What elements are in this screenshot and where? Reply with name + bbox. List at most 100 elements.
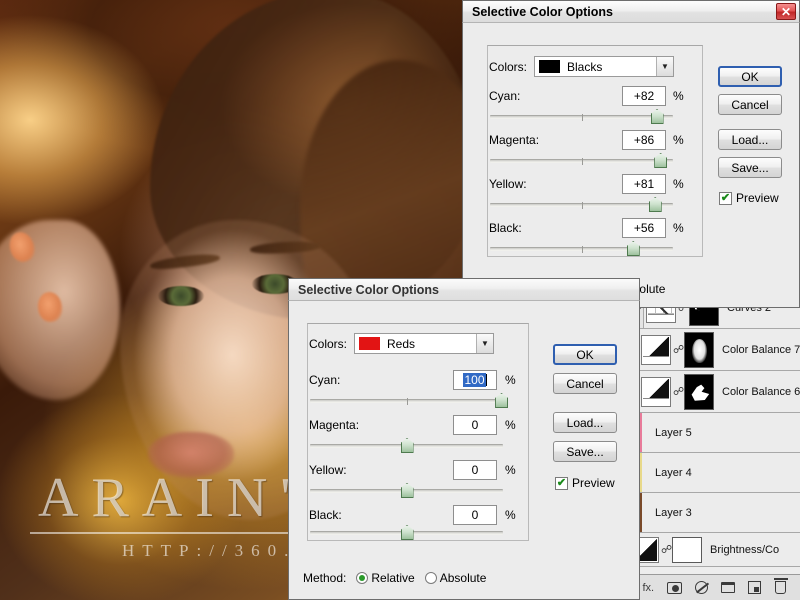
- magenta-value-input[interactable]: 0: [453, 415, 497, 435]
- link-icon[interactable]: ☍: [673, 385, 684, 398]
- effects-fx-icon[interactable]: fx.: [640, 580, 657, 595]
- yellow-value-input[interactable]: 0: [453, 460, 497, 480]
- chevron-down-icon[interactable]: ▼: [476, 334, 494, 353]
- layers-palette-footer[interactable]: fx.: [629, 574, 800, 600]
- dialog-title-bar[interactable]: Selective Color Options: [288, 278, 640, 300]
- load-button[interactable]: Load...: [553, 412, 617, 433]
- dialog-title: Selective Color Options: [472, 4, 614, 19]
- colors-dropdown[interactable]: Reds ▼: [354, 333, 495, 354]
- black-label: Black:: [309, 508, 342, 522]
- table-row[interactable]: ☍ Brightness/Co: [629, 533, 800, 567]
- magenta-slider-track[interactable]: [310, 438, 503, 453]
- table-row[interactable]: Layer 4: [629, 453, 800, 493]
- colors-label: Colors:: [489, 59, 528, 74]
- thumbnail-strip: [648, 313, 674, 321]
- preview-checkbox-row[interactable]: ✔ Preview: [719, 191, 779, 205]
- table-row[interactable]: ☍ Color Balance 7: [629, 329, 800, 371]
- layer-mask-thumbnail[interactable]: [684, 331, 714, 368]
- colors-row: Colors: Blacks ▼: [489, 56, 675, 77]
- photo-clothing-region: [0, 420, 290, 600]
- black-label: Black:: [489, 221, 522, 235]
- cyan-slider-thumb[interactable]: [650, 109, 664, 124]
- delete-layer-icon[interactable]: [772, 578, 789, 595]
- radio-icon[interactable]: [424, 572, 437, 584]
- new-adjustment-layer-icon[interactable]: [693, 580, 710, 595]
- photoshop-screen: ARAIN'S BLOG HTTP://360.YAHOO.COM/ARAIN_…: [0, 0, 800, 600]
- ok-button[interactable]: OK: [553, 344, 617, 365]
- save-button[interactable]: Save...: [718, 157, 782, 178]
- link-icon[interactable]: ☍: [661, 543, 672, 556]
- cyan-label: Cyan:: [489, 89, 521, 103]
- magenta-slider-thumb[interactable]: [654, 153, 668, 168]
- yellow-slider-track[interactable]: [490, 197, 673, 212]
- black-slider-track[interactable]: [490, 241, 673, 256]
- selective-color-dialog-blacks[interactable]: Selective Color Options ✕ Colors: Blacks…: [462, 0, 800, 308]
- black-percent-sign: %: [505, 508, 516, 522]
- yellow-slider-thumb[interactable]: [648, 197, 662, 212]
- black-slider-thumb[interactable]: [400, 525, 414, 540]
- yellow-label: Yellow:: [489, 177, 527, 191]
- color-swatch: [359, 337, 381, 350]
- cancel-button[interactable]: Cancel: [718, 94, 782, 115]
- method-relative-option[interactable]: Relative: [356, 571, 415, 585]
- layer-thumbnail[interactable]: [641, 334, 671, 365]
- magenta-slider-thumb[interactable]: [400, 438, 414, 453]
- checkbox-icon[interactable]: ✔: [555, 476, 568, 490]
- dialog-title: Selective Color Options: [298, 282, 440, 297]
- cyan-slider-thumb[interactable]: [495, 393, 509, 408]
- dialog-body: Colors: Reds ▼ Cyan: 100 % Magenta: 0 %: [288, 300, 640, 600]
- layers-list[interactable]: ☍ Curves 2 ☍ Color Balance 7 ☍ Color Bal…: [629, 287, 800, 574]
- table-row[interactable]: ☍ Color Balance 6: [629, 371, 800, 413]
- method-absolute-option[interactable]: Absolute: [424, 571, 486, 585]
- selective-color-dialog-reds[interactable]: Selective Color Options Colors: Reds ▼ C…: [288, 278, 640, 600]
- add-layer-mask-icon[interactable]: [666, 580, 683, 595]
- radio-icon[interactable]: [356, 572, 369, 584]
- method-relative-label: Relative: [371, 571, 415, 585]
- photo-eye-left: [158, 286, 204, 306]
- chevron-down-icon[interactable]: ▼: [656, 57, 674, 76]
- cyan-value-text: 100: [463, 373, 486, 387]
- layer-mask-thumbnail[interactable]: [684, 373, 714, 410]
- yellow-value-input[interactable]: +81: [622, 174, 666, 194]
- black-slider-thumb[interactable]: [626, 241, 640, 256]
- layer-mask-thumbnail[interactable]: [672, 536, 702, 563]
- color-swatch: [539, 60, 561, 73]
- table-row[interactable]: Layer 5: [629, 413, 800, 453]
- link-icon[interactable]: ☍: [673, 343, 684, 356]
- cyan-value-input[interactable]: 100: [453, 370, 497, 390]
- cyan-percent-sign: %: [505, 373, 516, 387]
- dialog-title-bar[interactable]: Selective Color Options ✕: [462, 0, 800, 22]
- preview-label: Preview: [572, 476, 615, 490]
- close-icon[interactable]: ✕: [776, 3, 796, 20]
- yellow-percent-sign: %: [673, 177, 684, 191]
- cyan-slider-track[interactable]: [490, 109, 673, 124]
- load-button[interactable]: Load...: [718, 129, 782, 150]
- black-value-input[interactable]: +56: [622, 218, 666, 238]
- cyan-slider-track[interactable]: [310, 393, 509, 408]
- cyan-value-input[interactable]: +82: [622, 86, 666, 106]
- magenta-percent-sign: %: [673, 133, 684, 147]
- yellow-slider-thumb[interactable]: [400, 483, 414, 498]
- ok-button[interactable]: OK: [718, 66, 782, 87]
- cancel-button[interactable]: Cancel: [553, 373, 617, 394]
- new-layer-icon[interactable]: [746, 580, 763, 595]
- yellow-slider-track[interactable]: [310, 483, 503, 498]
- dialog-body: Colors: Blacks ▼ Cyan: +82 % Magenta: +8…: [462, 22, 800, 308]
- table-row[interactable]: Layer 3: [629, 493, 800, 533]
- layer-thumbnail[interactable]: [641, 376, 671, 407]
- text-caret: [485, 374, 487, 386]
- magenta-value-input[interactable]: +86: [622, 130, 666, 150]
- save-button[interactable]: Save...: [553, 441, 617, 462]
- checkbox-icon[interactable]: ✔: [719, 191, 732, 205]
- colors-dropdown[interactable]: Blacks ▼: [534, 56, 675, 77]
- preview-checkbox-row[interactable]: ✔ Preview: [555, 476, 615, 490]
- layers-palette[interactable]: ☍ Curves 2 ☍ Color Balance 7 ☍ Color Bal…: [628, 286, 800, 600]
- layer-name: Layer 3: [655, 506, 692, 519]
- layer-name: Layer 4: [655, 466, 692, 479]
- new-group-icon[interactable]: [719, 580, 736, 595]
- yellow-label: Yellow:: [309, 463, 347, 477]
- magenta-slider-track[interactable]: [490, 153, 673, 168]
- magenta-label: Magenta:: [309, 418, 360, 432]
- black-value-input[interactable]: 0: [453, 505, 497, 525]
- black-slider-track[interactable]: [310, 525, 503, 540]
